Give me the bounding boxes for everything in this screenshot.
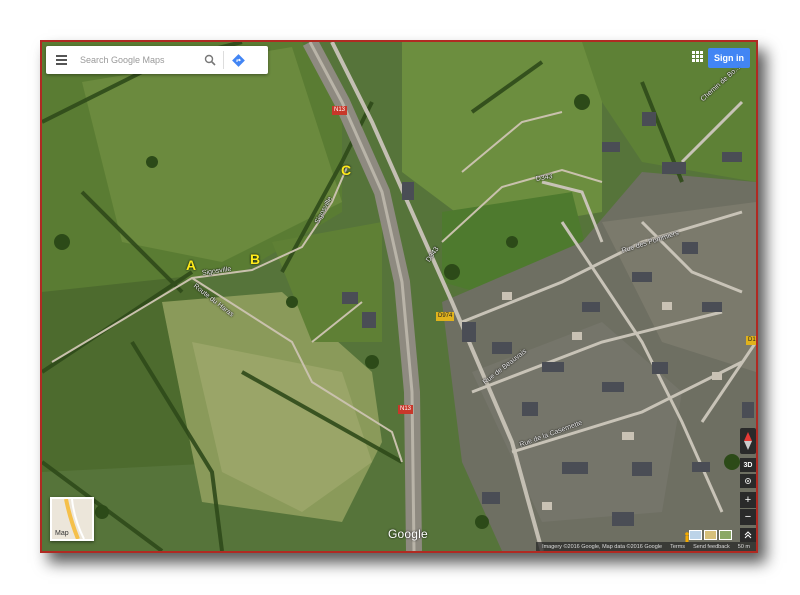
- directions-icon[interactable]: [227, 46, 249, 74]
- scale-bar: 50 m: [737, 543, 750, 550]
- location-icon: [745, 478, 751, 484]
- view-3d-button[interactable]: 3D: [740, 458, 756, 472]
- map-footer: Imagery ©2016 Google, Map data ©2016 Goo…: [536, 542, 756, 551]
- map-layer-toggle[interactable]: Map: [50, 497, 94, 541]
- imagery-thumb-2[interactable]: [704, 530, 717, 540]
- search-divider: [223, 51, 224, 69]
- expand-imagery-button[interactable]: [740, 528, 756, 542]
- google-logo: Google: [388, 527, 428, 541]
- shield-d974: D974: [436, 312, 455, 321]
- search-box: [46, 46, 268, 74]
- shield-n13-top: N13: [332, 106, 348, 115]
- send-feedback-link[interactable]: Send feedback: [693, 544, 730, 550]
- zoom-in-button[interactable]: +: [740, 492, 756, 508]
- shield-n13-bottom: N13: [398, 405, 414, 414]
- apps-grid-icon[interactable]: [692, 51, 704, 63]
- search-icon[interactable]: [200, 46, 220, 74]
- imagery-thumb-3[interactable]: [719, 530, 732, 540]
- my-location-button[interactable]: [740, 474, 756, 488]
- marker-b: B: [250, 251, 261, 267]
- zoom-out-button[interactable]: −: [740, 509, 756, 525]
- map-frame: Sign in A B C Sigosville Sigosville Rout…: [40, 40, 758, 553]
- sign-in-button[interactable]: Sign in: [708, 48, 750, 68]
- layer-toggle-label: Map: [55, 530, 69, 537]
- chevron-up-icon: [744, 531, 752, 539]
- hamburger-menu-icon[interactable]: [52, 46, 78, 74]
- shield-d19: D19: [746, 336, 756, 345]
- imagery-thumb-1[interactable]: [689, 530, 702, 540]
- attribution-text: Imagery ©2016 Google, Map data ©2016 Goo…: [542, 543, 663, 550]
- search-input[interactable]: [80, 50, 200, 70]
- marker-c: C: [341, 162, 352, 178]
- compass-button[interactable]: [740, 428, 756, 454]
- satellite-map[interactable]: [42, 42, 756, 551]
- terms-link[interactable]: Terms: [670, 544, 685, 550]
- imagery-thumbnails: [689, 530, 732, 540]
- marker-a: A: [186, 257, 197, 273]
- compass-icon: [744, 432, 752, 450]
